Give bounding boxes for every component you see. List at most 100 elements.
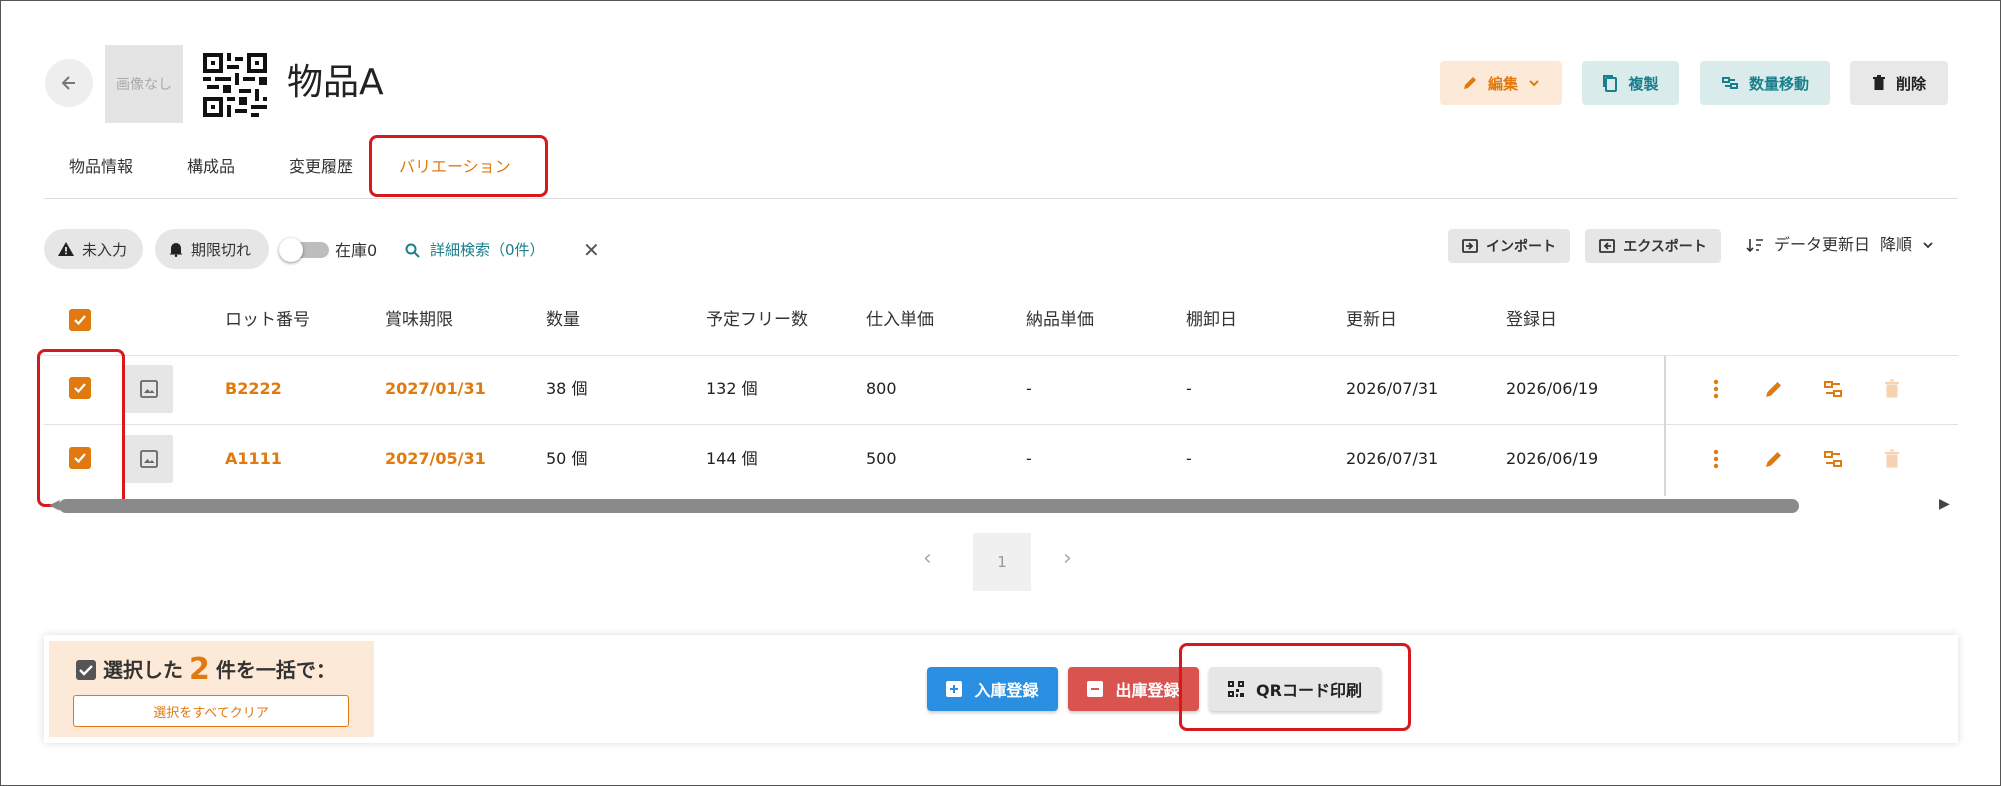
column-header-expiry[interactable]: 賞味期限 — [385, 307, 453, 333]
toggle-knob[interactable] — [279, 238, 303, 262]
column-header-updated[interactable]: 更新日 — [1346, 307, 1397, 333]
row-registered: 2026/06/19 — [1506, 379, 1599, 398]
sort-icon — [1746, 239, 1763, 253]
no-image-label: 画像なし — [116, 77, 172, 93]
warning-icon — [58, 242, 74, 256]
row-inventory-date: - — [1186, 449, 1192, 468]
row-quantity: 38 個 — [546, 379, 588, 398]
row-updated: 2026/07/31 — [1346, 379, 1439, 398]
row-delivery-price: - — [1026, 379, 1032, 398]
tab-components[interactable]: 構成品 — [187, 151, 235, 183]
more-vert-icon[interactable] — [1701, 444, 1731, 474]
stock-in-icon — [946, 681, 963, 697]
checkmark-icon — [74, 315, 86, 326]
transfer-icon — [1721, 77, 1738, 89]
duplicate-button[interactable]: 複製 — [1582, 61, 1679, 105]
edit-row-icon[interactable] — [1759, 374, 1789, 404]
move-quantity-label: 数量移動 — [1748, 74, 1809, 93]
stock-out-label: 出庫登録 — [1115, 681, 1180, 700]
delete-row-icon[interactable] — [1877, 374, 1907, 404]
import-button[interactable]: インポート — [1448, 229, 1570, 263]
row-expiry[interactable]: 2027/05/31 — [385, 446, 486, 472]
column-header-purchase-price[interactable]: 仕入単価 — [866, 307, 934, 333]
copy-icon — [1603, 75, 1618, 92]
duplicate-label: 複製 — [1628, 74, 1659, 93]
image-icon — [140, 380, 158, 398]
more-vert-icon[interactable] — [1701, 374, 1731, 404]
tabs-divider — [44, 198, 1958, 199]
scroll-right-arrow[interactable]: ▶ — [1939, 496, 1950, 512]
item-thumbnail: 画像なし — [105, 45, 183, 123]
image-icon — [140, 450, 158, 468]
stock-zero-label: 在庫0 — [335, 241, 378, 260]
sort-order: 降順 — [1880, 235, 1913, 254]
sort-field: データ更新日 — [1774, 235, 1871, 254]
arrow-left-icon — [61, 76, 75, 90]
advanced-search-label: 詳細検索（0件） — [430, 241, 545, 259]
bell-icon — [169, 243, 183, 257]
tab-item-info[interactable]: 物品情報 — [69, 151, 133, 183]
advanced-search-link[interactable]: 詳細検索（0件） — [405, 237, 545, 263]
column-header-delivery-price[interactable]: 納品単価 — [1026, 307, 1094, 333]
filter-expired-label: 期限切れ — [191, 240, 252, 259]
back-button[interactable] — [45, 59, 93, 107]
selection-prefix: 選択した — [103, 658, 183, 682]
column-header-quantity[interactable]: 数量 — [546, 307, 580, 333]
row-updated: 2026/07/31 — [1346, 449, 1439, 468]
stock-in-label: 入庫登録 — [974, 681, 1039, 700]
selection-title: 選択した 2 件を一括で： — [75, 653, 336, 687]
page-number[interactable]: 1 — [973, 533, 1031, 591]
export-button[interactable]: エクスポート — [1585, 229, 1721, 263]
column-header-planned-free[interactable]: 予定フリー数 — [706, 307, 808, 333]
clear-selection-button[interactable]: 選択をすべてクリア — [73, 695, 349, 727]
horizontal-scrollbar[interactable] — [59, 499, 1799, 513]
transfer-row-icon[interactable] — [1818, 374, 1848, 404]
header-divider — [44, 355, 1958, 356]
stock-in-button[interactable]: 入庫登録 — [927, 667, 1058, 711]
edit-button[interactable]: 編集 — [1440, 61, 1562, 105]
row-image-placeholder[interactable] — [125, 365, 173, 413]
row-purchase-price: 500 — [866, 449, 897, 468]
column-header-lot[interactable]: ロット番号 — [225, 307, 310, 333]
edit-row-icon[interactable] — [1759, 444, 1789, 474]
highlight-qr-print-button — [1179, 643, 1411, 731]
transfer-row-icon[interactable] — [1818, 444, 1848, 474]
column-header-registered[interactable]: 登録日 — [1506, 307, 1557, 333]
actions-column-divider — [1664, 356, 1666, 496]
prev-page-icon[interactable]: ‹ — [923, 546, 932, 571]
selection-suffix: 件を一括で： — [215, 658, 336, 682]
row-expiry[interactable]: 2027/01/31 — [385, 376, 486, 402]
chevron-down-icon — [1529, 80, 1539, 87]
row-purchase-price: 800 — [866, 379, 897, 398]
column-header-inventory-date[interactable]: 棚卸日 — [1186, 307, 1237, 333]
highlight-variations-tab — [369, 135, 548, 197]
filter-not-entered[interactable]: 未入力 — [44, 229, 143, 269]
delete-row-icon[interactable] — [1877, 444, 1907, 474]
import-label: インポート — [1486, 239, 1556, 255]
row-registered: 2026/06/19 — [1506, 449, 1599, 468]
row-divider — [44, 424, 1958, 425]
export-label: エクスポート — [1623, 239, 1707, 255]
qr-code-icon[interactable] — [203, 53, 267, 117]
row-quantity: 50 個 — [546, 449, 588, 468]
clear-filter-icon[interactable]: ✕ — [583, 237, 600, 263]
page-title: 物品A — [287, 62, 384, 103]
row-lot-link[interactable]: B2222 — [225, 376, 282, 402]
highlight-row-checkboxes — [37, 349, 125, 507]
row-lot-link[interactable]: A1111 — [225, 446, 282, 472]
search-icon — [405, 243, 420, 258]
select-all-checkbox[interactable] — [69, 309, 91, 331]
filter-expired[interactable]: 期限切れ — [155, 229, 269, 269]
export-icon — [1599, 239, 1616, 253]
filter-not-entered-label: 未入力 — [82, 240, 128, 259]
tab-change-history[interactable]: 変更履歴 — [289, 151, 353, 183]
row-delivery-price: - — [1026, 449, 1032, 468]
move-quantity-button[interactable]: 数量移動 — [1700, 61, 1830, 105]
next-page-icon[interactable]: › — [1063, 546, 1072, 571]
pencil-icon — [1463, 77, 1476, 89]
row-image-placeholder[interactable] — [125, 435, 173, 483]
delete-button[interactable]: 削除 — [1850, 61, 1948, 105]
sort-selector[interactable]: データ更新日 降順 — [1746, 231, 1934, 259]
row-planned-free: 132 個 — [706, 379, 758, 398]
checkbox-icon — [76, 660, 96, 680]
